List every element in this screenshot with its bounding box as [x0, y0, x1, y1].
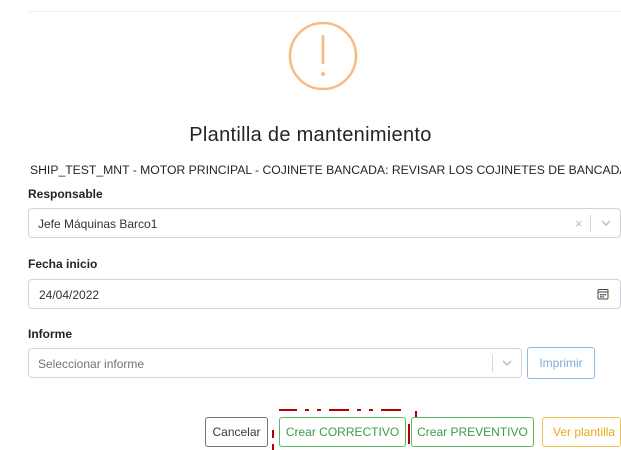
- create-preventive-button[interactable]: Crear PREVENTIVO: [411, 417, 534, 447]
- informe-label: Informe: [28, 327, 73, 341]
- annotation-mark: [381, 409, 401, 411]
- dialog-subtitle: SHIP_TEST_MNT - MOTOR PRINCIPAL - COJINE…: [30, 163, 621, 177]
- responsable-label: Responsable: [28, 187, 103, 201]
- dialog-title: Plantilla de mantenimiento: [189, 124, 432, 146]
- informe-select[interactable]: Seleccionar informe: [28, 348, 522, 378]
- annotation-mark: [408, 424, 410, 444]
- responsable-select[interactable]: Jefe Máquinas Barco1 ×: [28, 208, 621, 238]
- calendar-icon[interactable]: [597, 288, 609, 300]
- annotation-mark: [357, 409, 361, 411]
- fecha-inicio-label: Fecha inicio: [28, 257, 98, 271]
- annotation-mark: [329, 409, 349, 411]
- annotation-mark: [272, 444, 274, 450]
- clear-x-icon[interactable]: ×: [575, 216, 583, 231]
- view-template-button[interactable]: Ver plantilla: [542, 417, 621, 447]
- dialog-top-divider: [28, 11, 621, 12]
- select-separator: [492, 355, 493, 372]
- fecha-inicio-value: 24/04/2022: [39, 288, 100, 302]
- responsable-value: Jefe Máquinas Barco1: [38, 217, 158, 231]
- select-separator: [590, 215, 591, 232]
- annotation-mark: [415, 411, 417, 417]
- annotation-mark: [317, 409, 321, 411]
- informe-placeholder: Seleccionar informe: [38, 357, 145, 371]
- annotation-mark: [279, 409, 297, 411]
- annotation-mark: [272, 430, 274, 438]
- print-button[interactable]: Imprimir: [527, 347, 595, 379]
- chevron-down-icon[interactable]: [600, 217, 612, 229]
- warning-exclamation-icon: [288, 21, 358, 91]
- create-corrective-button[interactable]: Crear CORRECTIVO: [279, 417, 406, 447]
- fecha-inicio-input[interactable]: 24/04/2022: [28, 279, 621, 309]
- chevron-down-icon[interactable]: [501, 357, 513, 369]
- cancel-button[interactable]: Cancelar: [205, 417, 268, 447]
- annotation-mark: [369, 409, 373, 411]
- annotation-mark: [305, 409, 309, 411]
